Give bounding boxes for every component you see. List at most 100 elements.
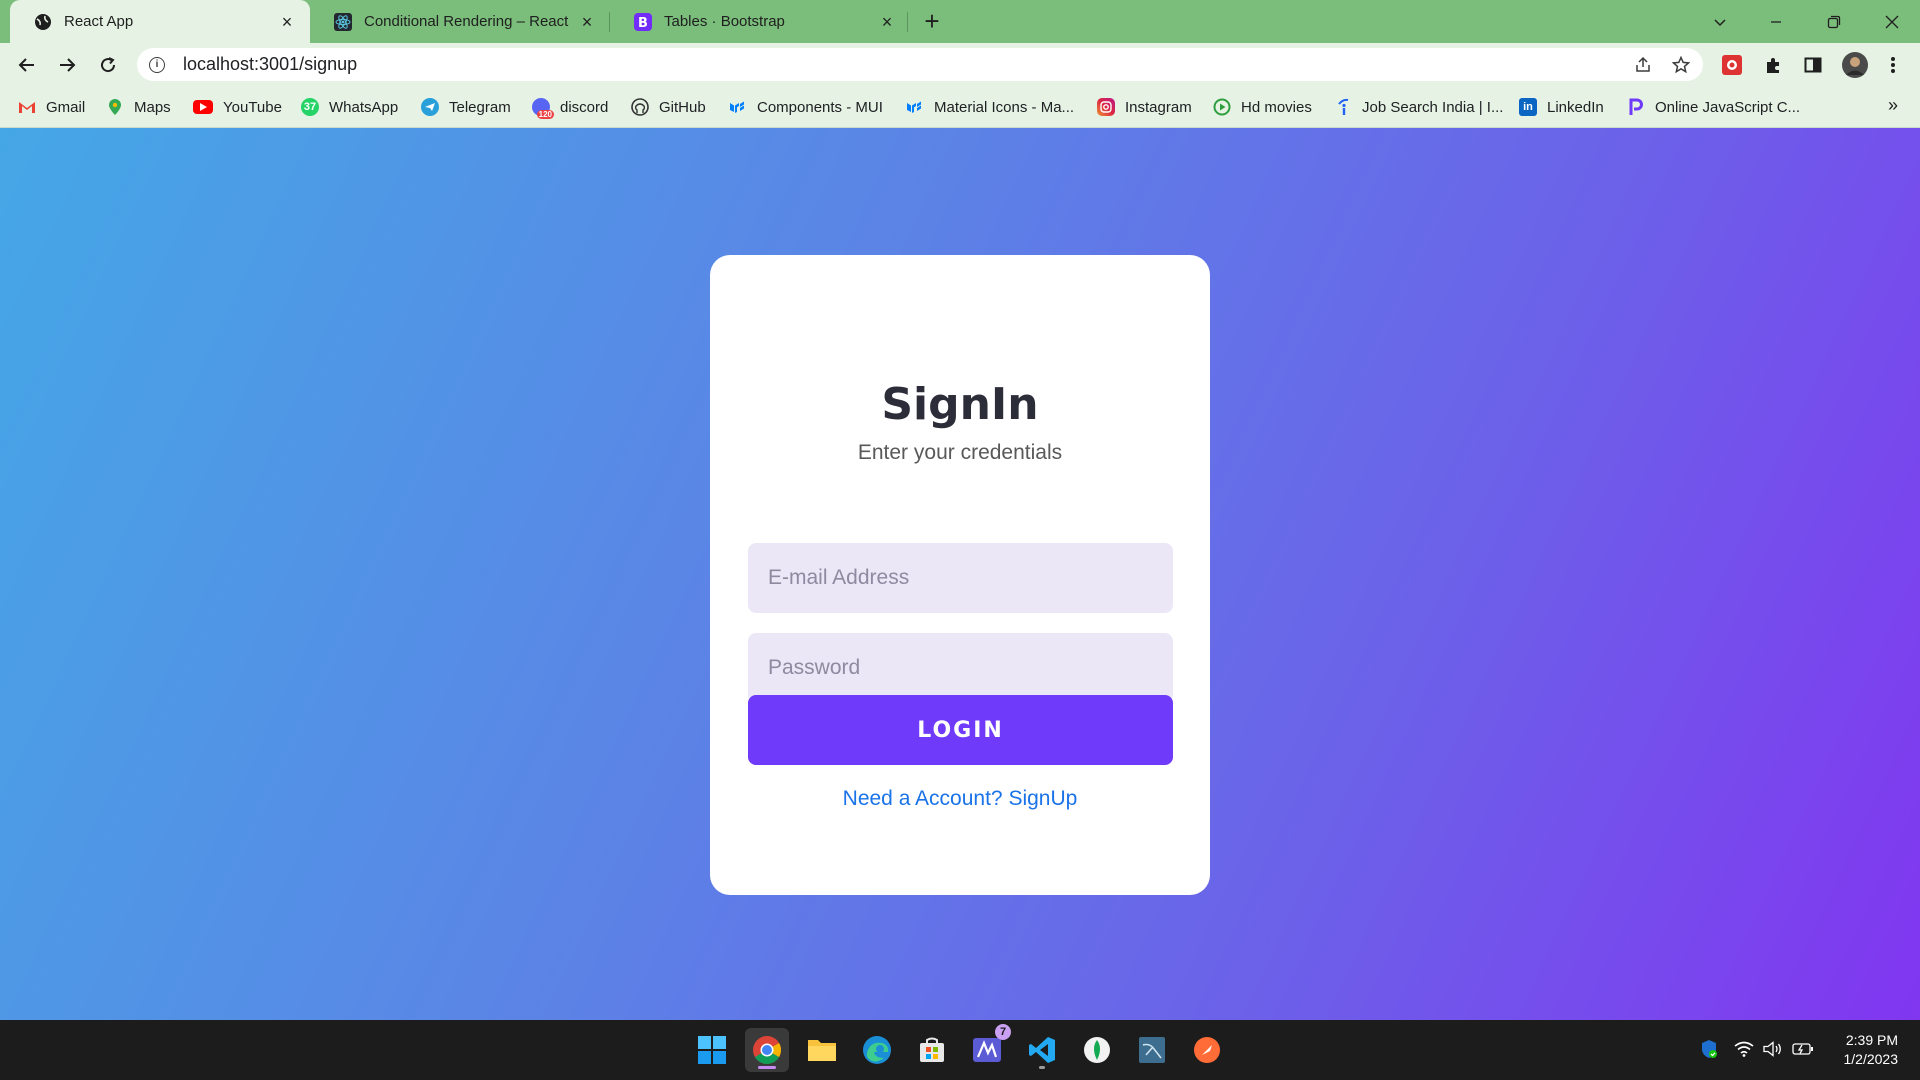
github-icon [631, 98, 649, 116]
bookmark-label: Gmail [46, 98, 86, 116]
mongodb-compass-icon[interactable] [1075, 1028, 1119, 1072]
mysql-workbench-icon[interactable] [1130, 1028, 1174, 1072]
signup-link[interactable]: Need a Account? SignUp [710, 787, 1210, 811]
bookmark-label: Maps [134, 98, 171, 116]
bookmark-material-icons[interactable]: Material Icons - Ma... [906, 96, 1074, 118]
mui-icon [906, 98, 924, 116]
address-bar[interactable]: i localhost:3001/signup [137, 48, 1703, 81]
tab-conditional-rendering[interactable]: Conditional Rendering – React × [310, 0, 610, 43]
back-button[interactable] [12, 50, 42, 80]
restore-button[interactable] [1806, 0, 1862, 43]
signin-card: SignIn Enter your credentials LOGIN Need… [710, 255, 1210, 895]
bookmark-youtube[interactable]: YouTube [193, 96, 282, 118]
bookmark-whatsapp[interactable]: 37 WhatsApp [301, 96, 398, 118]
maps-icon [106, 98, 124, 116]
instagram-icon [1097, 98, 1115, 116]
profile-avatar[interactable] [1842, 52, 1868, 78]
app-icon[interactable]: 7 [965, 1024, 1011, 1072]
bookmark-label: Material Icons - Ma... [934, 98, 1075, 116]
tab-title: Tables · Bootstrap [664, 13, 785, 30]
extensions-puzzle-icon[interactable] [1762, 54, 1784, 76]
share-icon[interactable] [1633, 55, 1653, 75]
new-tab-button[interactable]: + [918, 8, 946, 36]
tab-search-chevron-icon[interactable] [1692, 0, 1748, 43]
page-title: SignIn [881, 379, 1039, 430]
bookmark-star-icon[interactable] [1671, 55, 1691, 75]
bookmark-maps[interactable]: Maps [106, 96, 171, 118]
react-icon [334, 12, 352, 31]
wifi-icon[interactable] [1733, 1038, 1755, 1060]
forward-button[interactable] [52, 50, 82, 80]
bootstrap-icon: B [634, 12, 652, 31]
bookmark-telegram[interactable]: Telegram [421, 96, 511, 118]
bookmark-label: YouTube [223, 98, 282, 116]
close-icon[interactable]: × [278, 13, 296, 31]
youtube-icon [193, 100, 213, 114]
password-field[interactable] [748, 633, 1173, 703]
globe-icon [34, 13, 52, 31]
microsoft-store-icon[interactable] [910, 1028, 954, 1072]
windows-start-icon[interactable] [690, 1028, 734, 1072]
login-button[interactable]: LOGIN [748, 695, 1173, 765]
site-info-icon[interactable]: i [149, 56, 165, 73]
active-indicator [758, 1066, 776, 1069]
more-bookmarks-icon[interactable]: » [1888, 95, 1898, 116]
volume-icon[interactable] [1762, 1038, 1784, 1060]
chrome-icon[interactable] [745, 1028, 789, 1072]
side-panel-icon[interactable] [1802, 54, 1824, 76]
bookmark-label: WhatsApp [329, 98, 399, 116]
telegram-icon [421, 98, 439, 116]
gmail-icon [18, 98, 36, 116]
page-background: SignIn Enter your credentials LOGIN Need… [0, 128, 1920, 1020]
programiz-icon [1627, 98, 1645, 116]
windows-security-icon[interactable] [1698, 1038, 1720, 1060]
bookmark-label: Instagram [1125, 98, 1192, 116]
bookmark-label: LinkedIn [1547, 98, 1604, 116]
linkedin-icon: in [1519, 98, 1537, 116]
bookmark-label: GitHub [659, 98, 706, 116]
tab-title: React App [64, 13, 134, 30]
battery-icon[interactable] [1792, 1038, 1814, 1060]
bookmark-label: Hd movies [1241, 98, 1312, 116]
bookmark-discord[interactable]: 120 discord [532, 96, 609, 119]
bookmark-hd-movies[interactable]: Hd movies [1213, 96, 1312, 118]
close-window-button[interactable] [1864, 0, 1920, 43]
edge-icon[interactable] [855, 1028, 899, 1072]
bookmark-label: Components - MUI [757, 98, 883, 116]
tab-bootstrap-tables[interactable]: B Tables · Bootstrap × [610, 0, 910, 43]
bookmark-online-javascript[interactable]: Online JavaScript C... [1627, 96, 1800, 118]
clock-date: 1/2/2023 [1843, 1051, 1899, 1067]
system-clock[interactable]: 2:39 PM 1/2/2023 [1844, 1031, 1899, 1069]
minimize-button[interactable] [1748, 0, 1804, 43]
running-indicator [1039, 1066, 1045, 1069]
reload-button[interactable] [93, 50, 123, 80]
vscode-icon[interactable] [1020, 1028, 1064, 1072]
bookmarks-bar: Gmail Maps YouTube 37 WhatsApp Telegram … [0, 86, 1920, 128]
bookmark-instagram[interactable]: Instagram [1097, 96, 1192, 118]
bookmark-github[interactable]: GitHub [631, 96, 706, 118]
bookmark-linkedin[interactable]: in LinkedIn [1519, 96, 1604, 118]
bookmark-job-search[interactable]: Job Search India | I... [1334, 96, 1503, 118]
whatsapp-icon: 37 [301, 98, 319, 116]
bookmark-components-mui[interactable]: Components - MUI [729, 96, 883, 118]
extension-icon[interactable] [1721, 54, 1743, 76]
indeed-icon [1334, 98, 1352, 116]
windows-taskbar: 7 2:39 PM 1/2/2023 [0, 1020, 1920, 1080]
svg-text:B: B [638, 16, 648, 31]
url-text[interactable]: localhost:3001/signup [183, 54, 357, 75]
email-field[interactable] [748, 543, 1173, 613]
mui-icon [729, 98, 747, 116]
tab-react-app[interactable]: React App × [10, 0, 310, 43]
bookmark-label: Job Search India | I... [1362, 98, 1504, 116]
bookmark-label: Telegram [449, 98, 511, 116]
postman-icon[interactable] [1185, 1028, 1229, 1072]
file-explorer-icon[interactable] [800, 1028, 844, 1072]
close-icon[interactable]: × [578, 13, 596, 31]
clock-time: 2:39 PM [1845, 1032, 1898, 1048]
bookmark-label: discord [560, 98, 609, 116]
notification-badge: 7 [995, 1024, 1011, 1040]
bookmark-gmail[interactable]: Gmail [18, 96, 85, 118]
close-icon[interactable]: × [878, 13, 896, 31]
discord-icon: 120 [532, 98, 554, 119]
chrome-menu-icon[interactable] [1882, 54, 1904, 76]
